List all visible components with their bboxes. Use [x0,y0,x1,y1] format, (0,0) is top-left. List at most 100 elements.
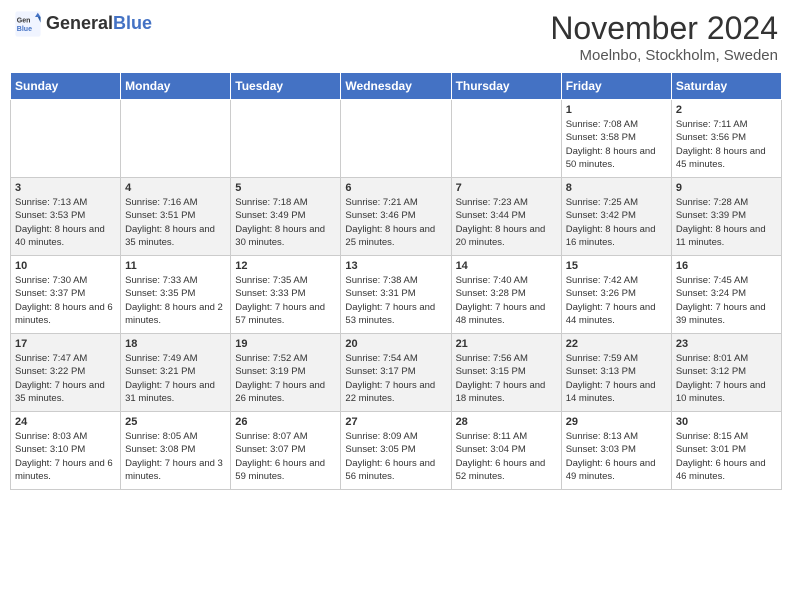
day-info: Sunrise: 7:40 AMSunset: 3:28 PMDaylight:… [456,274,557,327]
day-number: 14 [456,260,557,272]
day-info: Sunrise: 8:13 AMSunset: 3:03 PMDaylight:… [566,430,667,483]
logo-general: General [46,14,113,34]
logo: Gen Blue General Blue [14,10,152,38]
day-info: Sunrise: 7:13 AMSunset: 3:53 PMDaylight:… [15,196,116,249]
day-info: Sunrise: 7:38 AMSunset: 3:31 PMDaylight:… [345,274,446,327]
day-header-sunday: Sunday [11,73,121,100]
week-row-3: 10 Sunrise: 7:30 AMSunset: 3:37 PMDayligh… [11,256,782,334]
calendar-cell [121,100,231,178]
calendar-cell: 29 Sunrise: 8:13 AMSunset: 3:03 PMDayligh… [561,412,671,490]
calendar-cell: 24Sunrise: 8:03 AMSunset: 3:10 PMDayligh… [11,412,121,490]
day-header-thursday: Thursday [451,73,561,100]
day-number: 3 [15,182,116,194]
day-info: Sunrise: 7:33 AMSunset: 3:35 PMDaylight:… [125,274,226,327]
day-number: 22 [566,338,667,350]
calendar-cell: 25 Sunrise: 8:05 AMSunset: 3:08 PMDayligh… [121,412,231,490]
day-number: 15 [566,260,667,272]
calendar-cell: 6 Sunrise: 7:21 AMSunset: 3:46 PMDaylight… [341,178,451,256]
day-info: Sunrise: 7:25 AMSunset: 3:42 PMDaylight:… [566,196,667,249]
day-info: Sunrise: 8:09 AMSunset: 3:05 PMDaylight:… [345,430,446,483]
day-number: 4 [125,182,226,194]
day-number: 8 [566,182,667,194]
calendar-cell: 11Sunrise: 7:33 AMSunset: 3:35 PMDayligh… [121,256,231,334]
calendar-cell: 21 Sunrise: 7:56 AMSunset: 3:15 PMDayligh… [451,334,561,412]
day-number: 7 [456,182,557,194]
calendar-cell: 23 Sunrise: 8:01 AMSunset: 3:12 PMDayligh… [671,334,781,412]
calendar-cell: 12Sunrise: 7:35 AMSunset: 3:33 PMDayligh… [231,256,341,334]
calendar-cell: 13 Sunrise: 7:38 AMSunset: 3:31 PMDayligh… [341,256,451,334]
day-info: Sunrise: 8:05 AMSunset: 3:08 PMDaylight:… [125,430,226,483]
day-number: 6 [345,182,446,194]
calendar-cell [341,100,451,178]
day-number: 9 [676,182,777,194]
day-info: Sunrise: 7:45 AMSunset: 3:24 PMDaylight:… [676,274,777,327]
day-number: 16 [676,260,777,272]
day-info: Sunrise: 8:01 AMSunset: 3:12 PMDaylight:… [676,352,777,405]
calendar-cell [451,100,561,178]
calendar-cell: 27Sunrise: 8:09 AMSunset: 3:05 PMDayligh… [341,412,451,490]
calendar-cell: 10 Sunrise: 7:30 AMSunset: 3:37 PMDayligh… [11,256,121,334]
calendar-cell: 4Sunrise: 7:16 AMSunset: 3:51 PMDaylight… [121,178,231,256]
day-number: 13 [345,260,446,272]
day-info: Sunrise: 7:59 AMSunset: 3:13 PMDaylight:… [566,352,667,405]
day-header-friday: Friday [561,73,671,100]
day-number: 1 [566,104,667,116]
calendar-cell [11,100,121,178]
svg-text:Blue: Blue [17,26,32,33]
day-header-monday: Monday [121,73,231,100]
day-number: 20 [345,338,446,350]
calendar-cell: 18Sunrise: 7:49 AMSunset: 3:21 PMDayligh… [121,334,231,412]
day-header-saturday: Saturday [671,73,781,100]
calendar-cell: 28 Sunrise: 8:11 AMSunset: 3:04 PMDayligh… [451,412,561,490]
day-info: Sunrise: 7:56 AMSunset: 3:15 PMDaylight:… [456,352,557,405]
day-info: Sunrise: 7:21 AMSunset: 3:46 PMDaylight:… [345,196,446,249]
week-row-4: 17Sunrise: 7:47 AMSunset: 3:22 PMDayligh… [11,334,782,412]
calendar-cell: 1Sunrise: 7:08 AMSunset: 3:58 PMDaylight… [561,100,671,178]
day-number: 23 [676,338,777,350]
svg-text:Gen: Gen [17,18,31,25]
day-info: Sunrise: 7:11 AMSunset: 3:56 PMDaylight:… [676,118,777,171]
logo-blue: Blue [113,14,152,34]
calendar-cell: 19 Sunrise: 7:52 AMSunset: 3:19 PMDayligh… [231,334,341,412]
day-info: Sunrise: 7:52 AMSunset: 3:19 PMDaylight:… [235,352,336,405]
main-title: November 2024 [550,10,778,47]
week-row-2: 3 Sunrise: 7:13 AMSunset: 3:53 PMDaylight… [11,178,782,256]
calendar-cell [231,100,341,178]
calendar-cell: 3 Sunrise: 7:13 AMSunset: 3:53 PMDaylight… [11,178,121,256]
day-number: 2 [676,104,777,116]
day-number: 26 [235,416,336,428]
week-row-1: 1Sunrise: 7:08 AMSunset: 3:58 PMDaylight… [11,100,782,178]
day-number: 28 [456,416,557,428]
day-number: 25 [125,416,226,428]
day-header-tuesday: Tuesday [231,73,341,100]
calendar-cell: 16 Sunrise: 7:45 AMSunset: 3:24 PMDayligh… [671,256,781,334]
day-number: 10 [15,260,116,272]
day-info: Sunrise: 7:18 AMSunset: 3:49 PMDaylight:… [235,196,336,249]
day-header-wednesday: Wednesday [341,73,451,100]
calendar-cell: 30 Sunrise: 8:15 AMSunset: 3:01 PMDayligh… [671,412,781,490]
week-row-5: 24Sunrise: 8:03 AMSunset: 3:10 PMDayligh… [11,412,782,490]
calendar-table: SundayMondayTuesdayWednesdayThursdayFrid… [10,72,782,490]
day-info: Sunrise: 7:30 AMSunset: 3:37 PMDaylight:… [15,274,116,327]
day-number: 18 [125,338,226,350]
calendar-cell: 8 Sunrise: 7:25 AMSunset: 3:42 PMDaylight… [561,178,671,256]
day-number: 5 [235,182,336,194]
calendar-cell: 5 Sunrise: 7:18 AMSunset: 3:49 PMDaylight… [231,178,341,256]
day-number: 30 [676,416,777,428]
day-info: Sunrise: 8:07 AMSunset: 3:07 PMDaylight:… [235,430,336,483]
calendar-cell: 15 Sunrise: 7:42 AMSunset: 3:26 PMDayligh… [561,256,671,334]
calendar-cell: 22 Sunrise: 7:59 AMSunset: 3:13 PMDayligh… [561,334,671,412]
day-number: 21 [456,338,557,350]
day-info: Sunrise: 8:11 AMSunset: 3:04 PMDaylight:… [456,430,557,483]
calendar-cell: 26 Sunrise: 8:07 AMSunset: 3:07 PMDayligh… [231,412,341,490]
header-row: SundayMondayTuesdayWednesdayThursdayFrid… [11,73,782,100]
logo-icon: Gen Blue [14,10,42,38]
day-number: 19 [235,338,336,350]
day-info: Sunrise: 7:35 AMSunset: 3:33 PMDaylight:… [235,274,336,327]
day-info: Sunrise: 7:54 AMSunset: 3:17 PMDaylight:… [345,352,446,405]
day-number: 29 [566,416,667,428]
calendar-cell: 17Sunrise: 7:47 AMSunset: 3:22 PMDayligh… [11,334,121,412]
day-info: Sunrise: 8:15 AMSunset: 3:01 PMDaylight:… [676,430,777,483]
day-info: Sunrise: 7:42 AMSunset: 3:26 PMDaylight:… [566,274,667,327]
calendar-cell: 7Sunrise: 7:23 AMSunset: 3:44 PMDaylight… [451,178,561,256]
